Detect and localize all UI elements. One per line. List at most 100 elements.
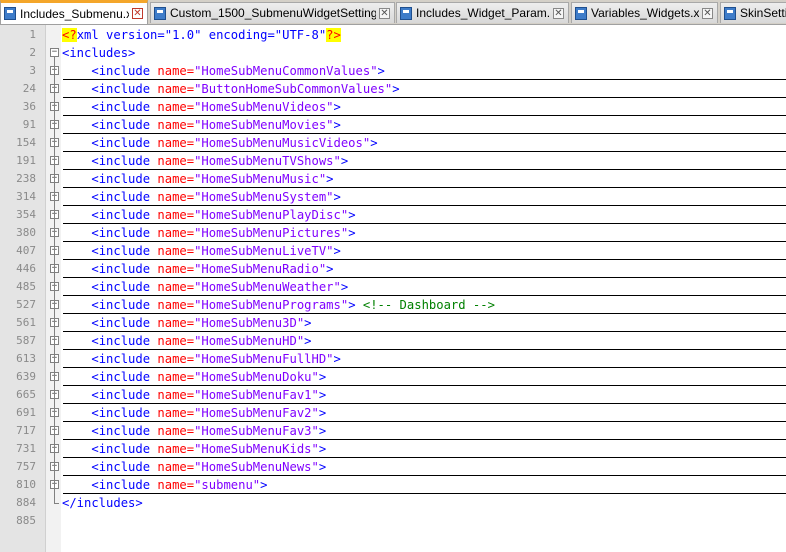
code-line[interactable]: 527 <include name="HomeSubMenuPrograms">…	[0, 296, 786, 314]
code-line[interactable]: 587 <include name="HomeSubMenuHD">+	[0, 332, 786, 350]
xml-decl-open: <?	[62, 28, 77, 42]
code-text: <include name="HomeSubMenuVideos">	[62, 98, 341, 116]
code-text: <include name="HomeSubMenuMovies">	[62, 116, 341, 134]
name-value: "HomeSubMenuWeather"	[194, 280, 341, 294]
tag-close: >	[340, 280, 349, 294]
name-value: "HomeSubMenuPictures"	[194, 226, 349, 240]
line-number: 24	[22, 82, 36, 95]
code-line[interactable]: 380 <include name="HomeSubMenuPictures">…	[0, 224, 786, 242]
xml-decl-body: xml version="1.0" encoding="UTF-8"	[76, 28, 327, 42]
name-attribute: name=	[157, 370, 195, 384]
code-text: <include name="HomeSubMenuFav3">	[62, 422, 326, 440]
code-line[interactable]: 24 <include name="ButtonHomeSubCommonVal…	[0, 80, 786, 98]
line-number: 446	[16, 262, 36, 275]
tag-close: >	[377, 64, 385, 78]
include-tag: <include	[91, 262, 151, 276]
name-value: "HomeSubMenuDoku"	[194, 370, 319, 384]
include-tag: <include	[91, 442, 151, 456]
line-number: 731	[16, 442, 36, 455]
code-text: <include name="HomeSubMenuKids">	[62, 440, 326, 458]
close-icon[interactable]: ✕	[702, 7, 713, 19]
code-line[interactable]: 885	[0, 512, 786, 530]
tab-bar: Includes_Submenu.xml✕Custom_1500_Submenu…	[0, 0, 786, 25]
code-line[interactable]: 884 </includes>	[0, 494, 786, 512]
code-text: </includes>	[62, 494, 143, 512]
tag-close: >	[348, 298, 356, 312]
name-value: "HomeSubMenuSystem"	[194, 190, 334, 204]
close-icon[interactable]: ✕	[379, 7, 390, 19]
include-tag: <include	[91, 406, 151, 420]
code-line[interactable]: 639 <include name="HomeSubMenuDoku">+	[0, 368, 786, 386]
tag-close: >	[348, 226, 356, 240]
name-value: "HomeSubMenuMusic"	[194, 172, 327, 186]
tag-close: >	[318, 370, 327, 384]
code-line[interactable]: 731 <include name="HomeSubMenuKids">+	[0, 440, 786, 458]
name-attribute: name=	[157, 388, 195, 402]
code-line[interactable]: 561 <include name="HomeSubMenu3D">+	[0, 314, 786, 332]
code-line[interactable]: 1 <?xml version="1.0" encoding="UTF-8"?>	[0, 26, 786, 44]
code-line[interactable]: 757 <include name="HomeSubMenuNews">+	[0, 458, 786, 476]
name-value: "HomeSubMenuFav3"	[194, 424, 319, 438]
code-line[interactable]: 191 <include name="HomeSubMenuTVShows">+	[0, 152, 786, 170]
name-attribute: name=	[157, 226, 195, 240]
name-attribute: name=	[157, 406, 195, 420]
line-number: 884	[16, 496, 36, 509]
name-value: "HomeSubMenuHD"	[194, 334, 305, 348]
file-icon	[575, 6, 587, 20]
tab-2[interactable]: Custom_1500_SubmenuWidgetSettings.xml✕	[150, 2, 395, 23]
tag-close: >	[318, 388, 327, 402]
code-line[interactable]: 665 <include name="HomeSubMenuFav1">+	[0, 386, 786, 404]
code-line[interactable]: 2 <includes> −	[0, 44, 786, 62]
name-attribute: name=	[157, 82, 195, 96]
name-attribute: name=	[157, 190, 195, 204]
code-text: <include name="HomeSubMenuPictures">	[62, 224, 356, 242]
line-number: 3	[29, 64, 36, 77]
line-number: 380	[16, 226, 36, 239]
close-icon[interactable]: ✕	[553, 7, 564, 19]
code-line[interactable]: 36 <include name="HomeSubMenuVideos">+	[0, 98, 786, 116]
code-line[interactable]: 717 <include name="HomeSubMenuFav3">+	[0, 422, 786, 440]
name-value: "HomeSubMenuMusicVideos"	[194, 136, 371, 150]
tab-label: Custom_1500_SubmenuWidgetSettings.xml	[170, 6, 376, 20]
line-number: 885	[16, 514, 36, 527]
name-value: "HomeSubMenuLiveTV"	[194, 244, 334, 258]
code-line[interactable]: 354 <include name="HomeSubMenuPlayDisc">…	[0, 206, 786, 224]
name-attribute: name=	[157, 64, 195, 78]
close-icon[interactable]: ✕	[132, 8, 143, 19]
tab-3[interactable]: Includes_Widget_Param.xml✕	[396, 2, 569, 23]
code-line[interactable]: 91 <include name="HomeSubMenuMovies">+	[0, 116, 786, 134]
include-tag: <include	[91, 226, 151, 240]
code-editor[interactable]: 1 <?xml version="1.0" encoding="UTF-8"?> 2…	[0, 25, 786, 552]
tab-1[interactable]: Includes_Submenu.xml✕	[0, 0, 148, 24]
code-line[interactable]: 238 <include name="HomeSubMenuMusic">+	[0, 170, 786, 188]
code-line[interactable]: 691 <include name="HomeSubMenuFav2">+	[0, 404, 786, 422]
code-text: <include name="HomeSubMenuWeather">	[62, 278, 348, 296]
name-value: "ButtonHomeSubCommonValues"	[194, 82, 393, 96]
name-attribute: name=	[157, 136, 195, 150]
code-line[interactable]: 407 <include name="HomeSubMenuLiveTV">+	[0, 242, 786, 260]
include-tag: <include	[91, 208, 151, 222]
tag-close: >	[304, 334, 312, 348]
tag-close: >	[333, 118, 341, 132]
tab-5[interactable]: SkinSetting	[720, 2, 786, 23]
xml-comment: <!-- Dashboard -->	[362, 298, 495, 312]
code-line[interactable]: 154 <include name="HomeSubMenuMusicVideo…	[0, 134, 786, 152]
code-line[interactable]: 446 <include name="HomeSubMenuRadio">+	[0, 260, 786, 278]
name-attribute: name=	[157, 316, 195, 330]
code-line[interactable]: 810 <include name="submenu">+	[0, 476, 786, 494]
tab-4[interactable]: Variables_Widgets.xml✕	[571, 2, 718, 23]
fold-guide-line	[54, 57, 55, 503]
fold-toggle-icon[interactable]: −	[50, 48, 59, 57]
tag-close: >	[392, 82, 400, 96]
code-line[interactable]: 3 <include name="HomeSubMenuCommonValues…	[0, 62, 786, 80]
code-text: <include name="HomeSubMenuNews">	[62, 458, 326, 476]
include-tag: <include	[91, 172, 151, 186]
name-value: "HomeSubMenuTVShows"	[194, 154, 341, 168]
tag-close: >	[318, 424, 327, 438]
file-icon	[400, 6, 412, 20]
name-value: "HomeSubMenuMovies"	[194, 118, 334, 132]
code-line[interactable]: 314 <include name="HomeSubMenuSystem">+	[0, 188, 786, 206]
code-line[interactable]: 613 <include name="HomeSubMenuFullHD">+	[0, 350, 786, 368]
line-number: 757	[16, 460, 36, 473]
code-line[interactable]: 485 <include name="HomeSubMenuWeather">+	[0, 278, 786, 296]
